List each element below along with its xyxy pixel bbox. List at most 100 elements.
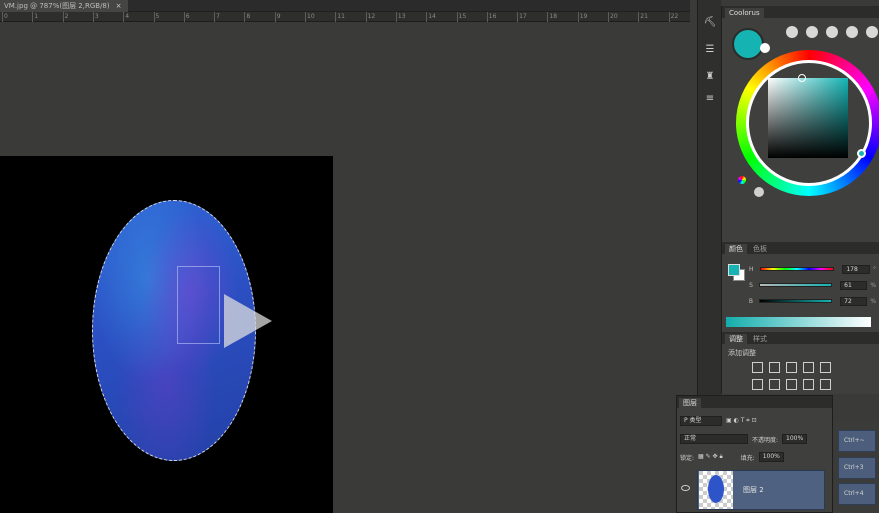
- brightness-unit: %: [870, 297, 877, 305]
- shortcut-item[interactable]: Ctrl+3: [838, 457, 876, 479]
- layer-thumbnail: [699, 471, 733, 509]
- hue-unit: °: [872, 265, 876, 273]
- tab-layers[interactable]: 图层: [679, 398, 701, 408]
- clone-source-icon[interactable]: ♜: [703, 70, 717, 84]
- brightness-slider[interactable]: B 72 %: [726, 296, 876, 306]
- shortcut-item[interactable]: Ctrl+~: [838, 430, 876, 452]
- brightness-bar[interactable]: [758, 299, 833, 303]
- saturation-unit: %: [870, 281, 877, 289]
- ruler-tick: [305, 12, 306, 22]
- color-ramp[interactable]: [726, 317, 871, 327]
- selection-marquee: [177, 266, 220, 344]
- ruler-label: 4: [125, 13, 130, 20]
- coolorus-options-icon[interactable]: [754, 187, 764, 197]
- ruler-tick: [274, 12, 276, 22]
- properties-icon[interactable]: ≡: [703, 92, 717, 106]
- play-icon[interactable]: [224, 294, 272, 348]
- close-icon[interactable]: ×: [116, 0, 122, 12]
- background-color-swatch[interactable]: [760, 43, 770, 53]
- saturation-slider[interactable]: S 61 %: [726, 280, 876, 290]
- levels-icon[interactable]: [769, 362, 780, 373]
- ruler-label: 15: [458, 13, 467, 20]
- lock-icons[interactable]: ▦ ✎ ✥ 🔒︎: [698, 453, 723, 461]
- mode-icon-1[interactable]: [786, 26, 798, 38]
- photo-filter-icon[interactable]: [803, 379, 814, 390]
- document-tab[interactable]: VM.jpg @ 787%(图层 2,RGB/8) ×: [0, 0, 128, 12]
- lock-row: 锁定: ▦ ✎ ✥ 🔒︎ 填充: 100%: [680, 451, 784, 463]
- ruler-label: 9: [276, 13, 281, 20]
- photoshop-window: VM.jpg @ 787%(图层 2,RGB/8) × 0 1 2 3 4 5 6 7 8 9 10…: [0, 0, 879, 513]
- mode-icon-3[interactable]: [826, 26, 838, 38]
- opacity-label: 不透明度:: [752, 436, 779, 444]
- eye-icon[interactable]: [681, 485, 690, 491]
- ruler-tick: [547, 12, 549, 22]
- hue-bar[interactable]: [759, 267, 835, 271]
- ruler-tick: [486, 12, 488, 22]
- channel-mixer-icon[interactable]: [820, 379, 831, 390]
- ruler-tick: [668, 12, 670, 22]
- layer-filter-select[interactable]: P 类型: [680, 416, 722, 426]
- tab-color[interactable]: 颜色: [725, 244, 747, 254]
- color-picker-handle[interactable]: [798, 74, 806, 82]
- exposure-icon[interactable]: [803, 362, 814, 373]
- mode-icon-4[interactable]: [846, 26, 858, 38]
- brush-presets-icon[interactable]: ⛏: [703, 16, 717, 30]
- document-canvas[interactable]: [0, 156, 333, 513]
- saturation-value[interactable]: 61: [840, 280, 868, 290]
- layer-row[interactable]: 图层 2: [697, 470, 825, 510]
- ruler-label: 10: [307, 13, 315, 20]
- color-mode-icon[interactable]: [738, 176, 746, 184]
- document-tab-bar: VM.jpg @ 787%(图层 2,RGB/8) ×: [0, 0, 690, 12]
- layer-name[interactable]: 图层 2: [743, 485, 764, 495]
- ruler-label: 2: [64, 13, 69, 20]
- shortcut-item[interactable]: Ctrl+4: [838, 483, 876, 505]
- hue-ring-handle[interactable]: [857, 149, 866, 158]
- horizontal-ruler[interactable]: 0 1 2 3 4 5 6 7 8 9 10 11 12 13 14 15 16 17 18 19 20 21 22: [0, 12, 690, 22]
- ruler-label: 19: [579, 13, 588, 20]
- tab-coolorus[interactable]: Coolorus: [725, 8, 764, 18]
- slider-label: S: [749, 281, 753, 289]
- ruler-label: 5: [155, 13, 160, 20]
- hue-slider[interactable]: H 178 °: [726, 264, 876, 274]
- ruler-tick: [2, 12, 3, 22]
- curves-icon[interactable]: [786, 362, 797, 373]
- ruler-label: 11: [337, 13, 345, 20]
- filter-icons[interactable]: ▣ ◐ T ⌗ ⊡: [726, 417, 757, 425]
- vibrance-icon[interactable]: [820, 362, 831, 373]
- fill-input[interactable]: 100%: [758, 452, 784, 462]
- foreground-color-swatch[interactable]: [732, 28, 764, 60]
- opacity-input[interactable]: 100%: [782, 434, 808, 444]
- blend-mode-select[interactable]: 正常: [680, 434, 748, 444]
- hue-saturation-icon[interactable]: [752, 379, 763, 390]
- ruler-tick: [32, 12, 34, 22]
- black-white-icon[interactable]: [786, 379, 797, 390]
- color-balance-icon[interactable]: [769, 379, 780, 390]
- ruler-label: 7: [216, 13, 220, 20]
- ruler-label: 18: [549, 13, 558, 20]
- ruler-tick: [335, 12, 337, 22]
- canvas-workspace[interactable]: [0, 22, 690, 513]
- color-wheel[interactable]: [736, 50, 879, 196]
- brightness-value[interactable]: 72: [840, 296, 868, 306]
- fill-label: 填充:: [740, 454, 755, 462]
- layers-header: 图层: [677, 396, 832, 408]
- mode-icon-5[interactable]: [866, 26, 878, 38]
- slider-label: B: [748, 297, 753, 305]
- saturation-bar[interactable]: [758, 283, 833, 287]
- mode-icon-2[interactable]: [806, 26, 818, 38]
- ruler-label: 3: [94, 13, 99, 20]
- ruler-label: 17: [519, 13, 527, 20]
- tab-styles[interactable]: 样式: [749, 334, 771, 344]
- ruler-tick: [244, 12, 246, 22]
- saturation-brightness-square[interactable]: [768, 78, 848, 158]
- ruler-tick: [365, 12, 367, 22]
- adjustments-header: 调整 样式: [722, 332, 879, 344]
- ruler-tick: [638, 12, 640, 22]
- tab-adjustments[interactable]: 调整: [725, 334, 747, 344]
- fg-swatch[interactable]: [728, 264, 740, 276]
- brightness-contrast-icon[interactable]: [752, 362, 763, 373]
- channels-icon[interactable]: ☰: [703, 43, 717, 57]
- hue-value[interactable]: 178: [842, 264, 870, 274]
- tab-swatches[interactable]: 色板: [749, 244, 771, 254]
- color-panel-header: 颜色 色板: [722, 242, 879, 254]
